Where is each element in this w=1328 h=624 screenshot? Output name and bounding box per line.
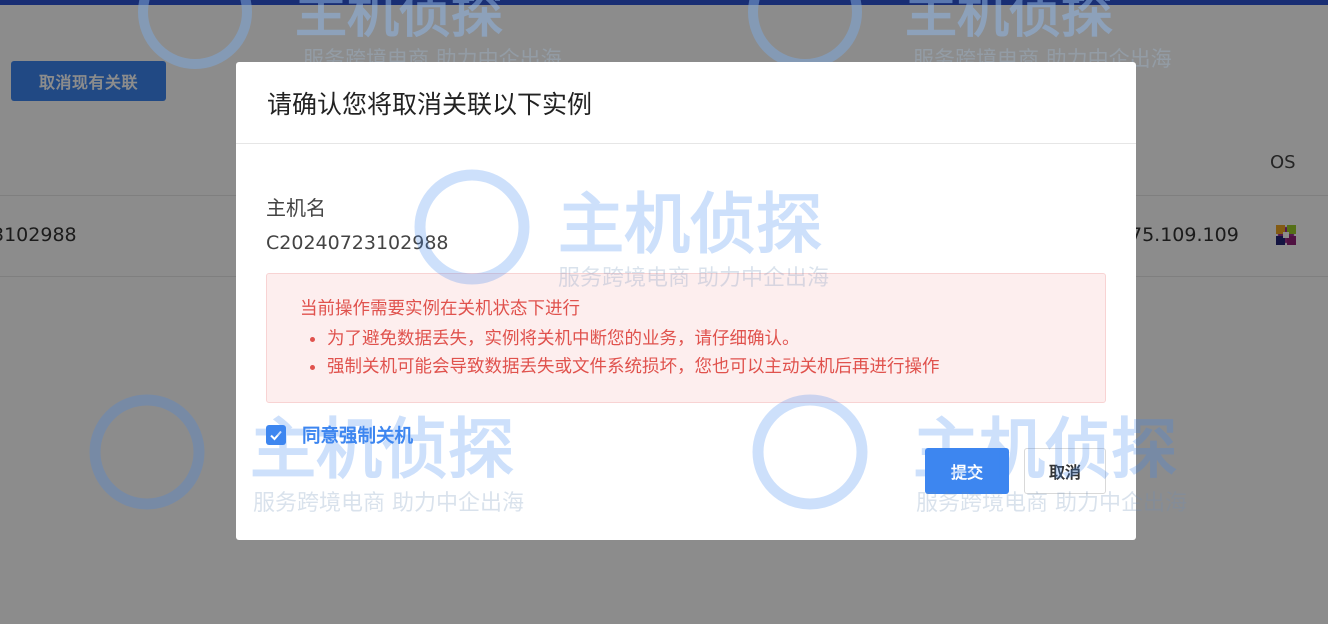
warning-alert: 当前操作需要实例在关机状态下进行 为了避免数据丢失，实例将关机中断您的业务，请仔… <box>266 273 1106 403</box>
confirm-detach-dialog: 请确认您将取消关联以下实例 主机名 C20240723102988 当前操作需要… <box>236 62 1136 540</box>
alert-list-item: 为了避免数据丢失，实例将关机中断您的业务，请仔细确认。 <box>300 325 1105 353</box>
cancel-button[interactable]: 取消 <box>1024 448 1106 494</box>
dialog-header: 请确认您将取消关联以下实例 <box>236 62 1136 144</box>
alert-list: 为了避免数据丢失，实例将关机中断您的业务，请仔细确认。 强制关机可能会导致数据丢… <box>300 325 1105 381</box>
agree-label[interactable]: 同意强制关机 <box>302 422 413 448</box>
hostname-label: 主机名 <box>266 196 326 220</box>
alert-title: 当前操作需要实例在关机状态下进行 <box>300 299 580 319</box>
hostname-value: C20240723102988 <box>266 232 449 254</box>
checkbox-checked-icon[interactable] <box>266 425 286 445</box>
dialog-title: 请确认您将取消关联以下实例 <box>267 89 593 119</box>
alert-list-item: 强制关机可能会导致数据丢失或文件系统损坏，您也可以主动关机后再进行操作 <box>300 353 1105 381</box>
agree-force-shutdown-checkbox[interactable]: 同意强制关机 <box>266 422 413 448</box>
submit-button[interactable]: 提交 <box>925 448 1009 494</box>
